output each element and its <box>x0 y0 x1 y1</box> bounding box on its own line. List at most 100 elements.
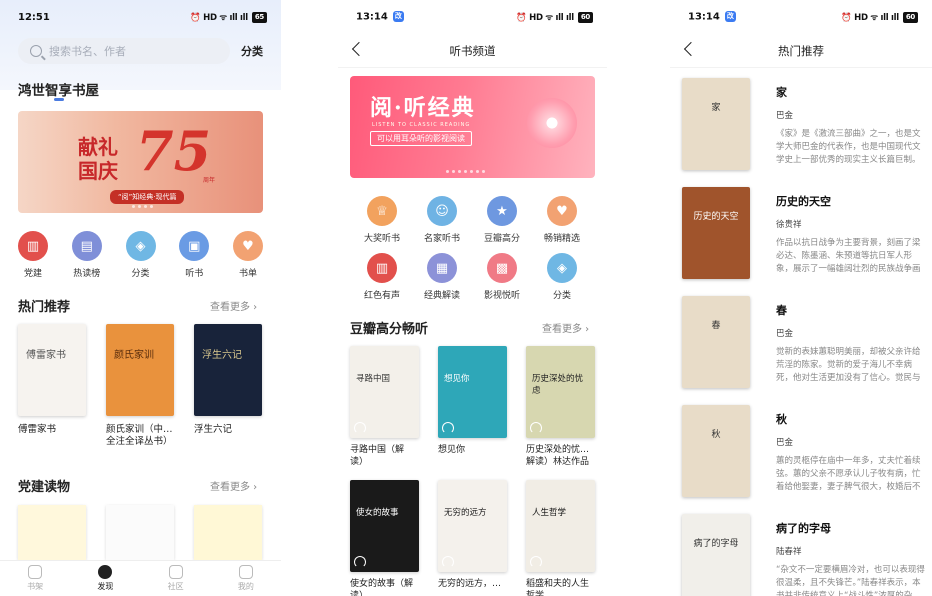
book-title: 颜氏家训（中… 全注全译丛书） <box>106 424 173 447</box>
category-item[interactable]: ▥ 红色有声 <box>354 253 410 301</box>
category-item[interactable]: ◈ 分类 <box>534 253 590 301</box>
book-cover: 病了的字母 <box>682 514 750 596</box>
headphone-icon <box>354 556 366 568</box>
back-arrow-icon[interactable] <box>683 41 699 57</box>
cover-title: 颜氏家训 <box>114 350 154 361</box>
book-title: 历史的天空 <box>776 195 831 208</box>
nav-item[interactable]: 书架 <box>27 565 43 592</box>
category-item[interactable]: ♕ 大奖听书 <box>354 196 410 244</box>
recommend-row[interactable]: 历史的天空 历史的天空 徐贵祥 作品以抗日战争为主要背景，刻画了梁必达、陈墨涵、朱预道… <box>682 185 932 281</box>
category-item[interactable]: ♥ 书单 <box>233 231 263 279</box>
headphone-book-icon: ▣ <box>179 231 210 261</box>
nav-icon <box>168 565 183 579</box>
book-author: 巴金 <box>776 111 794 121</box>
book-item[interactable]: 无穷的远方无穷的远方，… <box>438 480 514 590</box>
category-item[interactable]: ◈ 分类 <box>125 231 156 279</box>
recommend-row[interactable]: 家家巴金 《家》是《激流三部曲》之一，也是文学大师巴金的代表作，也是中国现代文学史… <box>682 76 932 172</box>
book-item[interactable]: 浮生六记 浮生六记 <box>194 324 266 436</box>
cover-title: 人生哲学 <box>532 508 567 518</box>
category-item[interactable]: ▦ 经典解读 <box>414 253 470 301</box>
book-item[interactable]: 历史深处的忧虑 历史深处的忧… 解读）林达作品 <box>526 346 602 468</box>
book-title: 寻路中国（解 读） <box>350 445 405 467</box>
bottom-nav: 书架 发现 社区 我的 <box>0 560 281 596</box>
cover-title: 历史深处的忧虑 <box>532 374 584 396</box>
recommend-row[interactable]: 秋秋巴金 蕙的灵柩停在庙中一年多，丈夫忙着续弦。蕙的父亲不愿承认儿子牧有病，忙着给… <box>682 403 932 499</box>
book-description: 作品以抗日战争为主要背景，刻画了梁必达、陈墨涵、朱预道等抗日军人形象，展示了一幅… <box>776 238 921 274</box>
book-title: 病了的字母 <box>776 522 831 535</box>
nav-label: 发现 <box>97 582 114 591</box>
back-arrow-icon[interactable] <box>351 41 367 57</box>
promo-banner[interactable]: 阅·听经典 LISTEN TO CLASSIC READING 可以用耳朵听的影… <box>350 76 595 178</box>
category-item[interactable]: ▩ 影视悦听 <box>474 253 530 301</box>
book-author: 徐贵祥 <box>776 220 802 230</box>
cover-title: 无穷的远方 <box>444 508 487 518</box>
category-label: 名家听书 <box>423 234 460 244</box>
nav-item[interactable]: 发现 <box>97 565 113 592</box>
book-icon: ▦ <box>427 253 457 283</box>
book-item[interactable]: 颜氏家训颜氏家训（中… 全注全译丛书） <box>106 324 178 448</box>
search-input[interactable]: 搜索书名、作者 <box>18 38 230 64</box>
book-author: 巴金 <box>776 438 794 448</box>
book-cover: 人生哲学 <box>526 480 595 572</box>
category-label: 豆瓣高分 <box>483 234 520 244</box>
party-book-cover[interactable] <box>18 505 86 560</box>
status-bar: 12:51 ⏰ HD ᯤ ıll ıll 65 <box>0 0 281 34</box>
category-item[interactable]: ▣ 听书 <box>179 231 210 279</box>
nav-item[interactable]: 我的 <box>238 565 254 592</box>
category-item[interactable]: ♥ 畅销精选 <box>534 196 590 244</box>
classify-button[interactable]: 分类 <box>241 43 263 59</box>
status-time: 13:14 <box>356 11 388 23</box>
banner-subtitle: “阅”知经典·现代篇 <box>110 190 185 204</box>
book-cover: 浮生六记 <box>194 324 262 416</box>
status-bar: 13:14 改 ⏰ HD ᯤ ıll ıll 60 <box>338 0 607 34</box>
book-author: 巴金 <box>776 329 794 339</box>
headphone-icon <box>442 556 454 568</box>
bank-icon: ▥ <box>367 253 397 283</box>
banner-title: 阅·听经典 <box>370 95 476 121</box>
category-item[interactable]: ★ 豆瓣高分 <box>474 196 530 244</box>
headphone-icon <box>530 422 542 434</box>
book-item[interactable]: 寻路中国 寻路中国（解 读） <box>350 346 426 468</box>
recommend-row[interactable]: 春春巴金 觉新的表妹蕙聪明美丽，却被父亲许给荒淫的陈家。觉新的爱子海儿不幸病死，他… <box>682 294 932 390</box>
book-cover: 想见你 <box>438 346 507 438</box>
douban-see-more-link[interactable]: 查看更多 › <box>542 320 589 335</box>
cover-title: 浮生六记 <box>202 350 242 361</box>
cover-title: 想见你 <box>444 374 470 384</box>
category-row: ▥ 党建 ▤ 热读榜 ◈ 分类 ▣ 听书 ♥ 书单 <box>18 231 263 279</box>
banner-english-subtitle: LISTEN TO CLASSIC READING <box>372 122 471 128</box>
category-label: 大奖听书 <box>363 234 400 244</box>
book-cover: 历史的天空 <box>682 187 750 279</box>
category-item[interactable]: ☺ 名家听书 <box>414 196 470 244</box>
status-icons: ⏰ HD ᯤ ıll ıll 60 <box>516 11 593 23</box>
cover-title: 春 <box>711 321 721 331</box>
page-title: 鸿世智享书屋 <box>18 83 99 99</box>
nav-item[interactable]: 社区 <box>168 565 184 592</box>
page-title: 热门推荐 <box>778 43 824 58</box>
chart-icon: ▤ <box>71 231 102 261</box>
recommend-row[interactable]: 病了的字母 病了的字母 陆春祥 “杂文不一定要横眉冷对，也可以表现得很温柔，且不失锋芒… <box>682 512 932 596</box>
category-item[interactable]: ▥ 党建 <box>18 231 48 279</box>
promo-banner[interactable]: 献礼国庆 75 周年 “阅”知经典·现代篇 <box>18 111 263 213</box>
hot-see-more-link[interactable]: 查看更多 › <box>210 298 257 313</box>
party-book-cover[interactable] <box>106 505 174 560</box>
book-detail: 秋巴金 蕙的灵柩停在庙中一年多，丈夫忙着续弦。蕙的父亲不愿承认儿子牧有病，忙着给他… <box>776 411 926 494</box>
category-item[interactable]: ▤ 热读榜 <box>71 231 102 279</box>
page-title: 听书频道 <box>449 43 496 58</box>
status-time: 13:14 <box>688 11 720 23</box>
book-list-icon: ♥ <box>233 231 263 261</box>
book-item[interactable]: 使女的故事 使女的故事（解 读） <box>350 480 426 596</box>
party-see-more-link[interactable]: 查看更多 › <box>210 478 257 493</box>
party-book-cover[interactable] <box>194 505 262 560</box>
book-item[interactable]: 想见你 想见你 <box>438 346 514 456</box>
heart-book-icon: ♥ <box>547 196 577 226</box>
book-item[interactable]: 傅雷家书 傅雷家书 <box>18 324 90 436</box>
book-author: 陆春祥 <box>776 547 802 557</box>
category-label: 畅销精选 <box>543 234 580 244</box>
search-icon <box>30 45 42 57</box>
book-item[interactable]: 人生哲学 稻盛和夫的人生 哲学 <box>526 480 602 596</box>
person-icon: ☺ <box>427 196 457 226</box>
nav-header: 听书频道 <box>338 34 607 68</box>
category-label: 热读榜 <box>73 269 101 279</box>
book-title: 无穷的远方，… <box>438 579 502 589</box>
tab-indicator <box>54 98 64 101</box>
